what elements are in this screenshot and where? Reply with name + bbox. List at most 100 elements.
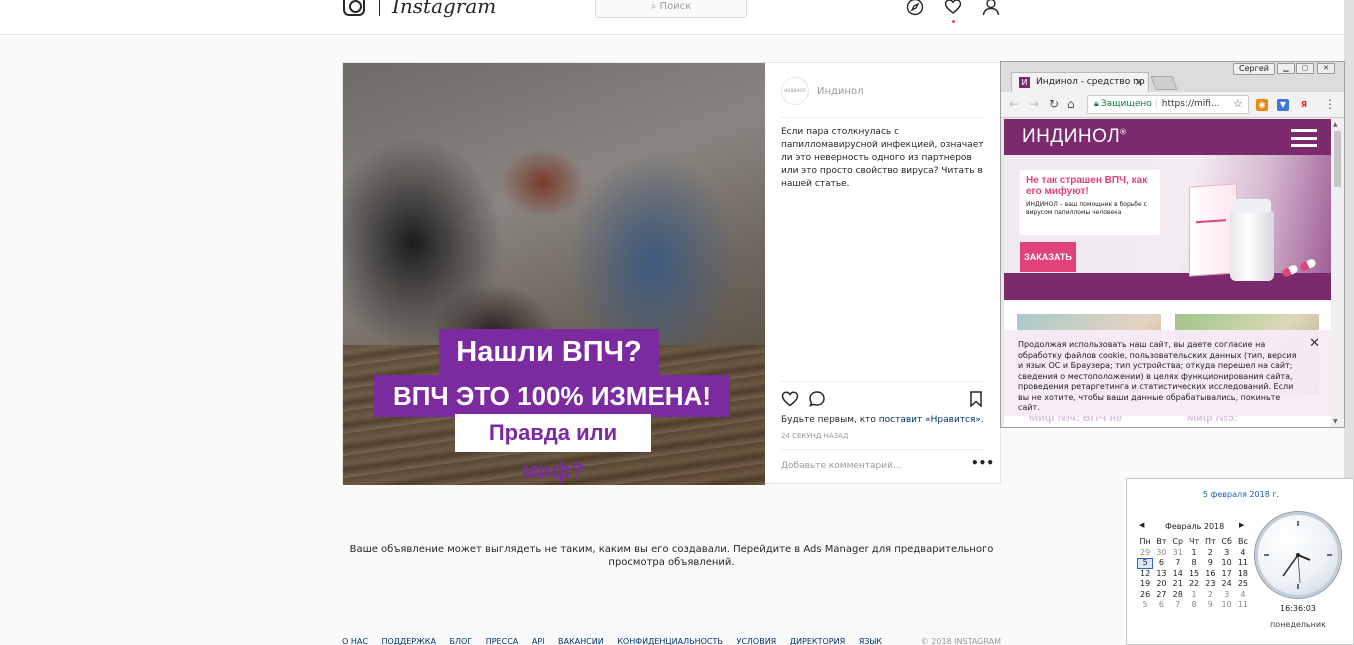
heart-icon[interactable]	[944, 0, 962, 16]
more-options-icon[interactable]: •••	[971, 456, 994, 470]
calendar-day[interactable]: 8	[1186, 600, 1202, 611]
calendar-day[interactable]: 28	[1170, 590, 1186, 601]
scroll-thumb[interactable]	[1334, 131, 1341, 187]
footer-link[interactable]: О НАС	[342, 637, 368, 645]
footer-link[interactable]: ВАКАНСИИ	[558, 637, 604, 645]
calendar-day[interactable]: 30	[1153, 548, 1169, 559]
tab-close-icon[interactable]: ×	[1135, 73, 1143, 92]
bookmark-icon[interactable]	[969, 391, 983, 407]
menu-dots-icon[interactable]: ⋮	[1324, 97, 1336, 111]
footer-link[interactable]: БЛОГ	[449, 637, 472, 645]
next-month-icon[interactable]: ▶	[1239, 521, 1244, 529]
maximize-icon[interactable]: ▢	[1296, 63, 1314, 74]
close-icon[interactable]: ✕	[1309, 337, 1320, 349]
extension-icon[interactable]: ◉	[1256, 99, 1268, 111]
calendar-day[interactable]: 11	[1235, 600, 1251, 611]
post-timestamp[interactable]: 24 СЕКУНД НАЗАД	[781, 432, 848, 440]
calendar-day[interactable]: 27	[1153, 590, 1169, 601]
scroll-up-icon[interactable]: ▲	[1333, 121, 1338, 128]
calendar-day[interactable]: 5	[1137, 558, 1154, 569]
calendar-day[interactable]: 8	[1186, 558, 1202, 569]
calendar-day[interactable]: 2	[1202, 548, 1218, 559]
calendar-day[interactable]: 1	[1186, 548, 1202, 559]
calendar-day[interactable]: 6	[1153, 558, 1169, 569]
home-icon[interactable]: ⌂	[1067, 97, 1075, 111]
site-logo[interactable]: ИНДИНОЛ®	[1022, 126, 1127, 148]
calendar-day[interactable]: 15	[1186, 569, 1202, 580]
like-heart-icon[interactable]	[781, 390, 799, 408]
reload-icon[interactable]: ↻	[1049, 97, 1059, 111]
forward-icon[interactable]: →	[1029, 97, 1039, 111]
calendar-day[interactable]: 19	[1137, 579, 1153, 590]
page-scrollbar[interactable]	[1344, 0, 1354, 478]
minimize-icon[interactable]: ▁	[1277, 63, 1295, 74]
calendar-day[interactable]: 24	[1218, 579, 1234, 590]
calendar-day[interactable]: 1	[1186, 590, 1202, 601]
calendar-day[interactable]: 13	[1153, 569, 1169, 580]
lock-icon: 🔒︎	[1094, 99, 1099, 109]
calendar-day[interactable]: 16	[1202, 569, 1218, 580]
site-scrollbar[interactable]: ▲ ▼	[1331, 119, 1344, 427]
hamburger-menu-icon[interactable]	[1291, 129, 1317, 147]
footer-link[interactable]: УСЛОВИЯ	[736, 637, 776, 645]
compass-icon[interactable]	[906, 0, 924, 16]
instagram-wordmark[interactable]: Instagram	[392, 0, 496, 18]
calendar-day[interactable]: 4	[1235, 548, 1251, 559]
avatar[interactable]: ИНДИНОЛ	[781, 77, 809, 105]
bookmark-star-icon[interactable]: ☆	[1233, 97, 1243, 110]
calendar-day[interactable]: 18	[1235, 569, 1251, 580]
order-button[interactable]: ЗАКАЗАТЬ	[1020, 242, 1076, 272]
search-input[interactable]: ⌕ Поиск	[595, 0, 747, 18]
calendar-day[interactable]: 20	[1153, 579, 1169, 590]
calendar-day[interactable]: 2	[1202, 590, 1218, 601]
calendar-day[interactable]: 21	[1170, 579, 1186, 590]
calendar-day[interactable]: 31	[1170, 548, 1186, 559]
footer-link[interactable]: ДИРЕКТОРИЯ	[790, 637, 845, 645]
calendar-day[interactable]: 11	[1235, 558, 1251, 569]
calendar-day[interactable]: 22	[1186, 579, 1202, 590]
calendar-day[interactable]: 9	[1202, 558, 1218, 569]
calendar-day[interactable]: 10	[1218, 558, 1234, 569]
calendar-day[interactable]: 26	[1137, 590, 1153, 601]
current-date-link[interactable]: 5 февраля 2018 г.	[1127, 490, 1354, 499]
calendar-day[interactable]: 14	[1170, 569, 1186, 580]
calendar-day[interactable]: 29	[1137, 548, 1153, 559]
calendar-day[interactable]: 25	[1235, 579, 1251, 590]
calendar-day[interactable]: 4	[1235, 590, 1251, 601]
back-icon[interactable]: ←	[1009, 97, 1019, 111]
scroll-down-icon[interactable]: ▼	[1333, 418, 1338, 425]
profile-user-button[interactable]: Сергей	[1233, 63, 1275, 75]
calendar-day[interactable]: 6	[1153, 600, 1169, 611]
calendar-day[interactable]: 9	[1202, 600, 1218, 611]
calendar-day[interactable]: 12	[1137, 569, 1153, 580]
comment-input[interactable]: Добавьте комментарий...	[781, 461, 902, 471]
browser-toolbar: ← → ↻ ⌂ 🔒︎ Защищено | https://mifi... ☆ ◉ …	[1001, 92, 1344, 118]
address-bar[interactable]: 🔒︎ Защищено | https://mifi...	[1087, 95, 1249, 114]
browser-tab[interactable]: И Индинол - средство пр ×	[1011, 72, 1149, 92]
calendar-day[interactable]: 7	[1170, 600, 1186, 611]
calendar-day[interactable]: 10	[1218, 600, 1234, 611]
calendar-day[interactable]: 3	[1218, 590, 1234, 601]
post-username[interactable]: Индинол	[817, 86, 863, 97]
instagram-logo-icon[interactable]	[343, 0, 365, 16]
footer-link[interactable]: ПРЕССА	[486, 637, 519, 645]
profile-icon[interactable]	[982, 0, 1000, 16]
calendar-day[interactable]: 7	[1170, 558, 1186, 569]
footer-link[interactable]: API	[532, 637, 545, 645]
footer-link[interactable]: ПОДДЕРЖКА	[381, 637, 435, 645]
shield-icon[interactable]: ▼	[1277, 99, 1289, 111]
footer-link[interactable]: КОНФИДЕНЦИАЛЬНОСТЬ	[617, 637, 723, 645]
calendar-day[interactable]: 17	[1218, 569, 1234, 580]
calendar-day[interactable]: 5	[1137, 600, 1153, 611]
calendar-day[interactable]: 23	[1202, 579, 1218, 590]
prev-month-icon[interactable]: ◀	[1139, 521, 1144, 529]
comment-icon[interactable]	[808, 390, 826, 408]
calendar-day[interactable]: 3	[1218, 548, 1234, 559]
first-like-link[interactable]: поставит «Нравится».	[879, 415, 984, 425]
footer-link[interactable]: ЯЗЫК	[859, 637, 882, 645]
new-tab-button[interactable]	[1150, 76, 1178, 90]
close-window-icon[interactable]: ✕	[1317, 63, 1335, 74]
post-image[interactable]: Нашли ВПЧ? ВПЧ ЭТО 100% ИЗМЕНА! Правда и…	[343, 63, 765, 485]
yandex-icon[interactable]: Я	[1298, 99, 1310, 111]
calendar-month[interactable]: Февраль 2018	[1165, 522, 1224, 531]
